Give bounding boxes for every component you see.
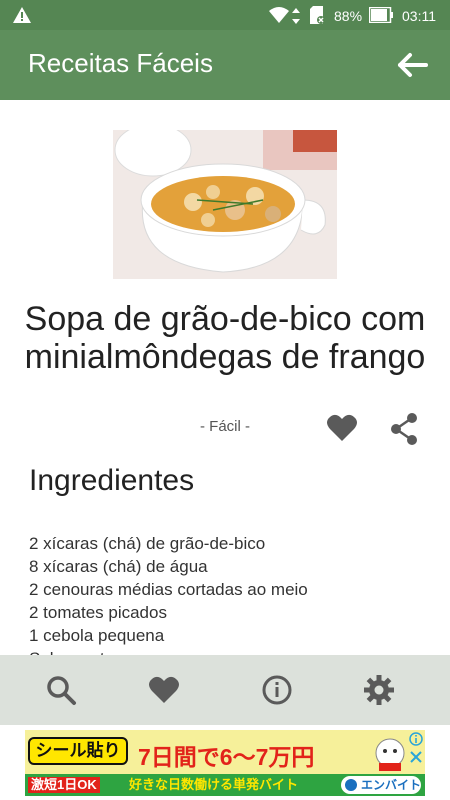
ad-banner[interactable]: シール貼り 7日間で6～7万円 激短1日OK 好きな日数働ける単発バイト エンバ… [25,730,425,796]
ingredient-item: 1 cebola pequena [29,626,165,645]
ingredient-item: Sal a gosto [29,647,308,655]
ingredient-list: 2 xícaras (chá) de grão-de-bico 8 xícara… [29,532,308,655]
favorite-heart-icon[interactable] [326,412,358,444]
app-title: Receitas Fáceis [28,48,213,78]
ad-close-icon[interactable] [409,750,423,764]
heart-icon[interactable] [148,674,180,706]
battery-percent: 88% [334,8,363,24]
share-icon[interactable] [389,412,419,446]
recipe-photo [113,130,337,279]
ad-sub-right: 好きな日数働ける単発バイト [129,777,299,792]
battery-icon [369,7,393,23]
ingredient-item: 2 tomates picados [29,603,167,622]
ingredient-item: 8 xícaras (chá) de água [29,557,208,576]
gear-icon[interactable] [363,674,395,706]
ad-sub-left: 激短1日OK [28,777,100,793]
recipe-title: Sopa de grão-de-bico com minialmôndegas … [24,300,426,376]
status-bar: 88% 03:11 [0,0,450,30]
ad-tag: シール貼り [28,737,128,765]
clock: 03:11 [402,8,436,24]
sheep-mascot-icon [375,738,405,771]
brand-logo-icon [345,779,357,791]
ad-headline: 7日間で6～7万円 [138,744,315,770]
ingredient-item: 2 cenouras médias cortadas ao meio [29,580,308,599]
ad-area: シール貼り 7日間で6～7万円 激短1日OK 好きな日数働ける単発バイト エンバ… [0,725,450,800]
ad-brand: エンバイト [341,776,421,794]
difficulty-label: - Fácil - [200,418,250,435]
ad-top-band: シール貼り 7日間で6～7万円 [25,730,425,774]
recipe-content[interactable]: Sopa de grão-de-bico com minialmôndegas … [0,100,450,655]
arrow-right-icon[interactable] [392,50,432,80]
search-icon[interactable] [45,674,77,706]
bottom-nav [0,655,450,725]
ad-info-icon[interactable] [409,732,423,746]
sd-card-icon [310,6,325,24]
wifi-icon [269,7,289,23]
data-transfer-icon [292,8,300,24]
app-bar: Receitas Fáceis [0,30,450,100]
ingredients-heading: Ingredientes [29,464,195,497]
ad-bottom-band: 激短1日OK 好きな日数働ける単発バイト エンバイト [25,774,425,796]
warning-icon [13,7,31,23]
info-icon[interactable] [261,674,293,706]
ingredient-item: 2 xícaras (chá) de grão-de-bico [29,534,266,553]
ad-brand-label: エンバイト [361,778,422,792]
